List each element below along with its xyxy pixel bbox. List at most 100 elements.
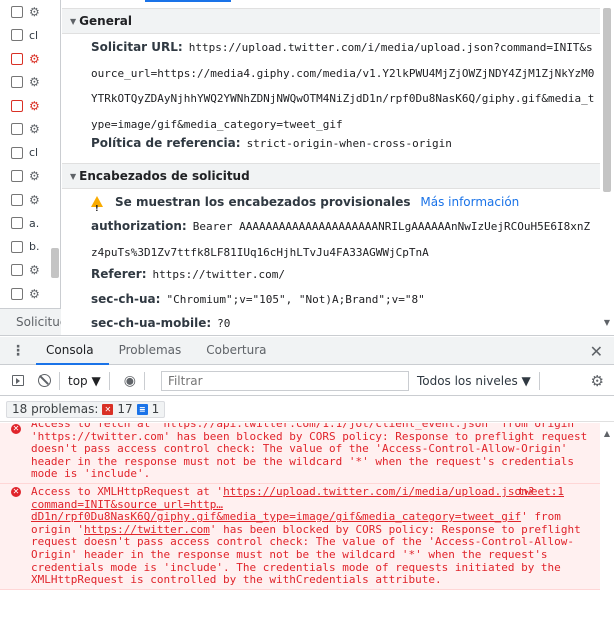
request-type-gear-icon: ⚙ <box>29 98 40 113</box>
details-scrollbar-thumb[interactable] <box>603 8 611 192</box>
request-headers-section-header[interactable]: ▼ Encabezados de solicitud <box>62 163 600 189</box>
general-section-header[interactable]: ▼ General <box>62 8 600 34</box>
show-sidebar-icon[interactable] <box>12 375 24 386</box>
scroll-up-arrow-icon[interactable]: ▲ <box>600 429 614 438</box>
request-list: ⚙ cl ⚙ ⚙ ⚙ ⚙ cl ⚙ ⚙ a. b. ⚙ ⚙ Solicitudes <box>0 0 61 335</box>
request-type-gear-icon: ⚙ <box>29 286 40 301</box>
request-checkbox[interactable] <box>11 240 23 253</box>
context-selector[interactable]: top ▼ <box>68 374 101 388</box>
scroll-down-arrow-icon[interactable]: ▼ <box>600 318 614 327</box>
header-name: authorization: <box>91 219 187 233</box>
request-row[interactable]: cl <box>0 24 60 48</box>
request-name: b. <box>29 240 40 254</box>
issues-counter-button[interactable]: 18 problemas: ✕ 17 ≡ 1 <box>6 400 166 418</box>
drawer-menu-icon[interactable]: ⋮ <box>0 344 36 358</box>
request-row[interactable]: a. <box>0 212 60 236</box>
request-type-gear-icon: ⚙ <box>29 75 40 90</box>
headers-tab-indicator <box>145 0 231 2</box>
request-list-scrollbar[interactable] <box>51 248 59 278</box>
request-headers-title: Encabezados de solicitud <box>79 169 250 183</box>
request-checkbox[interactable] <box>11 76 23 89</box>
request-url-value: https://upload.twitter.com/i/media/uploa… <box>91 41 595 131</box>
request-type-gear-icon: ⚙ <box>29 263 40 278</box>
referrer-policy-label: Política de referencia: <box>91 136 241 150</box>
header-value: ?0 <box>217 317 231 330</box>
info-issue-count: 1 <box>151 402 160 416</box>
request-checkbox[interactable] <box>11 99 23 112</box>
expand-triangle-icon: ▼ <box>70 172 77 181</box>
header-name: sec-ch-ua-mobile: <box>91 316 212 330</box>
request-details: ▼ General Solicitar URL: https://upload.tw… <box>62 0 600 335</box>
issues-bar: 18 problemas: ✕ 17 ≡ 1 <box>0 397 614 422</box>
toolbar-divider <box>59 371 60 390</box>
network-pane: ⚙cl⚙⚙⚙⚙cl⚙⚙a.b.⚙⚙ Solicitudes ▼General S… <box>0 0 614 336</box>
console-error-message: ✕ Access to fetch at 'https://api.twitte… <box>0 423 600 484</box>
request-row[interactable]: ⚙ <box>0 165 60 189</box>
request-name: a. <box>29 216 40 230</box>
request-checkbox[interactable] <box>11 217 23 230</box>
referrer-policy-row: Política de referencia: strict-origin-whe… <box>91 131 596 157</box>
request-checkbox[interactable] <box>11 264 23 277</box>
header-row-sec-ch-ua-mobile: sec-ch-ua-mobile: ?0 <box>91 311 596 335</box>
request-checkbox[interactable] <box>11 193 23 206</box>
tab-console[interactable]: Consola <box>36 337 109 365</box>
error-issue-icon: ✕ <box>102 403 114 415</box>
request-type-gear-icon: ⚙ <box>29 122 40 137</box>
toolbar-divider <box>108 371 110 390</box>
provisional-headers-warning: Se muestran los encabezados provisionale… <box>91 190 596 222</box>
request-list-footer: Solicitudes <box>0 308 61 335</box>
referrer-policy-value: strict-origin-when-cross-origin <box>246 137 452 150</box>
request-checkbox[interactable] <box>11 170 23 183</box>
request-row[interactable]: ⚙ <box>0 94 60 118</box>
issues-label: 18 problemas: <box>12 402 99 416</box>
request-checkbox[interactable] <box>11 123 23 136</box>
error-icon: ✕ <box>11 486 21 497</box>
warning-icon <box>91 196 103 222</box>
log-levels-dropdown[interactable]: Todos los niveles ▼ <box>417 374 531 388</box>
request-type-gear-icon: ⚙ <box>29 51 40 66</box>
request-url-label: Solicitar URL: <box>91 40 183 54</box>
header-value: https://twitter.com/ <box>152 268 285 281</box>
toolbar-divider <box>538 371 540 390</box>
tab-issues[interactable]: Problemas <box>109 337 197 365</box>
origin-link[interactable]: https://twitter.com <box>84 523 210 536</box>
console-error-message: ✕ Access to XMLHttpRequest at 'https://u… <box>0 483 600 590</box>
request-name: cl <box>29 28 39 42</box>
request-checkbox[interactable] <box>11 287 23 300</box>
header-name: Referer: <box>91 267 147 281</box>
request-row[interactable]: ⚙ <box>0 282 60 306</box>
filter-input[interactable] <box>160 370 409 391</box>
request-row[interactable]: ⚙ <box>0 47 60 71</box>
request-type-gear-icon: ⚙ <box>29 4 40 19</box>
request-row[interactable]: ⚙ <box>0 188 60 212</box>
error-issue-count: 17 <box>117 402 133 416</box>
tab-coverage[interactable]: Cobertura <box>196 337 281 365</box>
header-value: "Chromium";v="105", "Not)A;Brand";v="8" <box>166 293 425 306</box>
request-row[interactable]: ⚙ <box>0 0 60 24</box>
general-section-title: General <box>79 14 132 28</box>
info-issue-icon: ≡ <box>136 403 148 415</box>
close-icon[interactable]: ✕ <box>590 342 603 361</box>
header-name: sec-ch-ua: <box>91 292 161 306</box>
request-checkbox[interactable] <box>11 52 23 65</box>
console-messages: ✕ Access to fetch at 'https://api.twitte… <box>0 423 600 640</box>
request-row[interactable]: cl <box>0 141 60 165</box>
live-expression-eye-icon[interactable]: ◉ <box>124 373 136 389</box>
request-type-gear-icon: ⚙ <box>29 192 40 207</box>
provisional-warning-text: Se muestran los encabezados provisionale… <box>115 195 411 209</box>
request-checkbox[interactable] <box>11 146 23 159</box>
header-row-referer: Referer: https://twitter.com/ <box>91 262 596 288</box>
gear-icon[interactable]: ⚙ <box>591 372 604 390</box>
request-checkbox[interactable] <box>11 29 23 42</box>
source-link[interactable]: tweet:1 <box>518 485 564 499</box>
expand-triangle-icon: ▼ <box>70 17 77 26</box>
header-row-authorization: authorization: Bearer AAAAAAAAAAAAAAAAAAA… <box>91 214 596 265</box>
request-row[interactable]: ⚙ <box>0 118 60 142</box>
drawer-tabbar: ⋮ Consola Problemas Cobertura ✕ <box>0 337 614 365</box>
request-checkbox[interactable] <box>11 5 23 18</box>
request-name: cl <box>29 146 39 160</box>
clear-console-icon[interactable] <box>38 374 51 387</box>
request-row[interactable]: ⚙ <box>0 71 60 95</box>
message-text[interactable]: Access to fetch at 'https://api.twitter.… <box>31 423 587 480</box>
more-info-link[interactable]: Más información <box>420 195 519 209</box>
